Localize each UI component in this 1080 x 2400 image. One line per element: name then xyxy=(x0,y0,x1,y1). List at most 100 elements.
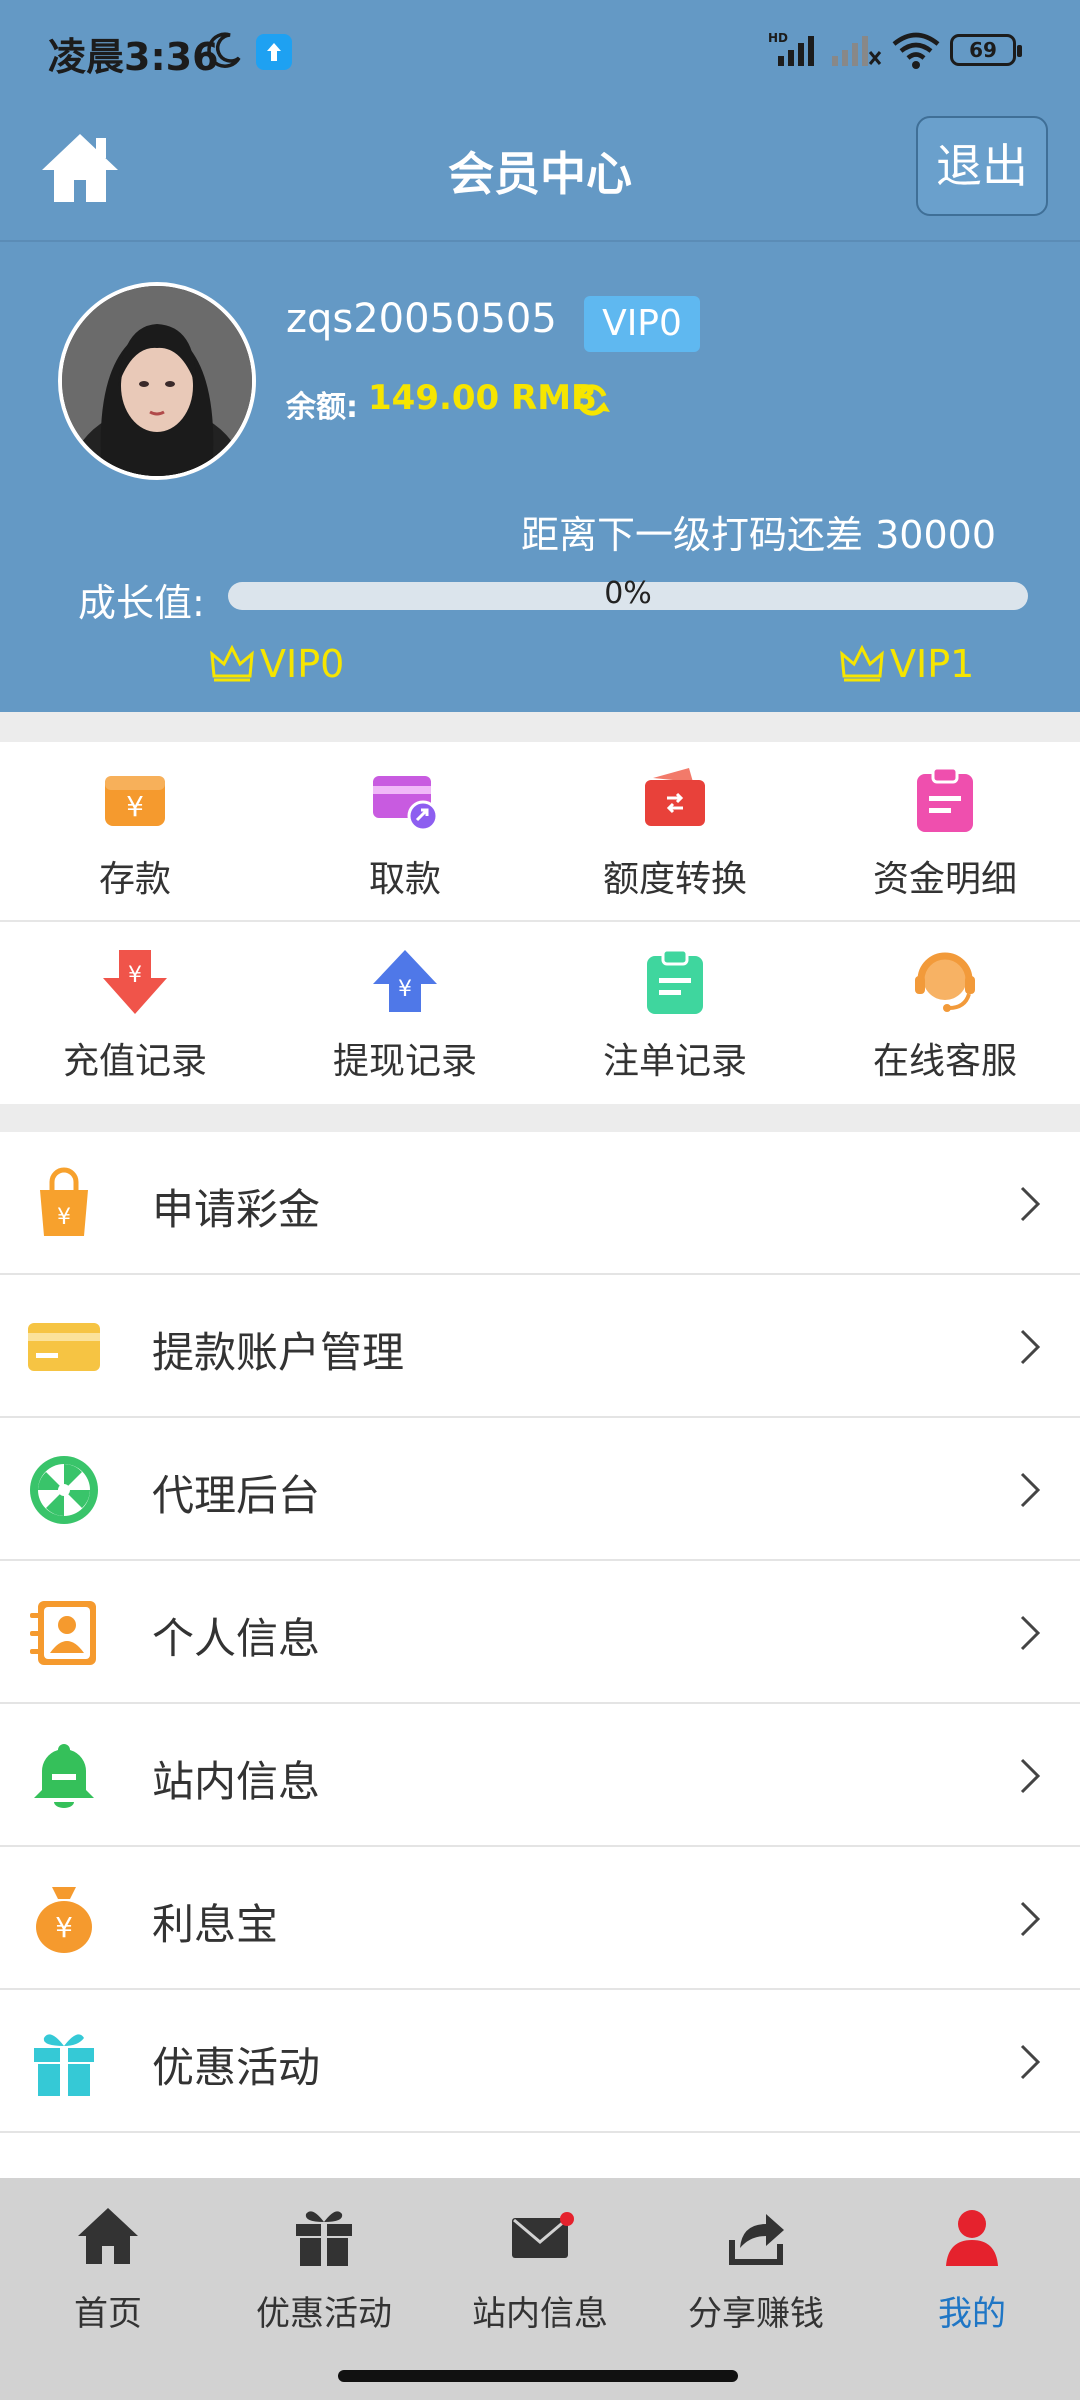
wifi-icon xyxy=(892,32,940,69)
quick-action-label: 存款 xyxy=(98,859,171,900)
nav-label: 我的 xyxy=(938,2294,1006,2334)
svg-text:¥: ¥ xyxy=(398,977,412,1002)
balance-label: 余额: xyxy=(286,390,358,425)
svg-text:HD: HD xyxy=(768,31,788,45)
quick-action-transfer[interactable]: 额度转换 xyxy=(540,742,810,922)
nav-share[interactable]: 分享赚钱 xyxy=(648,2204,864,2334)
next-level-label: VIP1 xyxy=(890,642,975,686)
user-icon xyxy=(946,2210,998,2266)
progress-text: 0% xyxy=(604,576,652,611)
menu-item-label: 代理后台 xyxy=(152,1471,321,1520)
quick-actions-grid: ¥ 存款 取款 额度转换 资金明细 ¥ 充值记录 ¥ 提现记录 注单记录 在线客… xyxy=(0,742,1080,1104)
chevron-right-icon xyxy=(1020,1901,1041,1937)
menu-item-agent-backend[interactable]: 代理后台 xyxy=(0,1418,1080,1561)
money-bag-icon: ¥ xyxy=(36,1887,92,1953)
logout-button[interactable]: 退出 xyxy=(916,116,1048,216)
menu-item-label: 申请彩金 xyxy=(152,1185,321,1234)
bottom-navigation: 首页 优惠活动 站内信息 分享赚钱 我的 xyxy=(0,2178,1080,2400)
quick-actions-row: ¥ 充值记录 ¥ 提现记录 注单记录 在线客服 xyxy=(0,924,1080,1104)
menu-item-apply-bonus[interactable]: ¥ 申请彩金 xyxy=(0,1132,1080,1275)
share-icon xyxy=(729,2214,784,2265)
menu-item-interest-treasure[interactable]: ¥ 利息宝 xyxy=(0,1847,1080,1990)
quick-action-deposit[interactable]: ¥ 存款 xyxy=(0,742,270,922)
status-bar: 凌晨3:36 HD 69 xyxy=(0,0,1080,102)
quick-action-label: 取款 xyxy=(368,859,441,900)
quick-action-bet-record[interactable]: 注单记录 xyxy=(540,924,810,1104)
nav-label: 分享赚钱 xyxy=(688,2294,824,2334)
quick-action-label: 充值记录 xyxy=(62,1041,207,1082)
growth-label: 成长值: xyxy=(78,581,205,625)
app-bar: 会员中心 退出 xyxy=(0,102,1080,240)
signal-hd-icon: HD xyxy=(768,31,814,66)
chevron-right-icon xyxy=(1020,1186,1041,1222)
nav-label: 优惠活动 xyxy=(256,2294,392,2334)
nav-promotions[interactable]: 优惠活动 xyxy=(216,2204,432,2334)
quick-action-label: 在线客服 xyxy=(872,1041,1017,1082)
bet-record-icon xyxy=(647,948,703,1014)
nav-mine[interactable]: 我的 xyxy=(864,2204,1080,2334)
crown-icon xyxy=(840,644,884,682)
section-gap xyxy=(0,1104,1080,1132)
menu-item-label: 个人信息 xyxy=(152,1614,321,1663)
nav-label: 首页 xyxy=(74,2294,142,2334)
wheel-icon xyxy=(30,1456,98,1524)
nav-home[interactable]: 首页 xyxy=(0,2204,216,2334)
quick-action-customer-service[interactable]: 在线客服 xyxy=(810,924,1080,1104)
menu-item-personal-info[interactable]: 个人信息 xyxy=(0,1561,1080,1704)
refresh-icon[interactable] xyxy=(572,380,612,420)
username: zqs20050505 xyxy=(286,296,557,342)
chevron-right-icon xyxy=(1020,1472,1041,1508)
menu-item-label: 利息宝 xyxy=(152,1900,279,1949)
menu-item-label: 提款账户管理 xyxy=(152,1328,405,1377)
svg-text:¥: ¥ xyxy=(126,790,144,823)
quick-action-withdraw[interactable]: 取款 xyxy=(270,742,540,922)
crown-icon xyxy=(210,644,254,682)
balance-value: 149.00 RMB xyxy=(368,378,597,418)
transfer-icon xyxy=(645,768,705,826)
growth-progress-bar: 0% xyxy=(228,576,1028,611)
signal-empty-icon xyxy=(832,36,882,66)
svg-text:¥: ¥ xyxy=(57,1205,71,1230)
home-indicator[interactable] xyxy=(338,2370,738,2382)
vip-badge: VIP0 xyxy=(584,296,700,352)
gift-icon xyxy=(34,2034,94,2096)
withdraw-card-icon xyxy=(373,776,439,832)
home-icon xyxy=(78,2208,138,2264)
section-gap xyxy=(0,712,1080,742)
menu-item-withdraw-account[interactable]: 提款账户管理 xyxy=(0,1275,1080,1418)
quick-action-withdraw-record[interactable]: ¥ 提现记录 xyxy=(270,924,540,1104)
deposit-wallet-icon: ¥ xyxy=(105,776,165,826)
next-level-text: 距离下一级打码还差 30000 xyxy=(521,513,996,557)
svg-text:¥: ¥ xyxy=(128,963,142,988)
next-level: VIP1 xyxy=(840,642,974,686)
status-time: 凌晨3:36 xyxy=(48,35,219,79)
current-level: VIP0 xyxy=(210,642,344,686)
quick-action-recharge-record[interactable]: ¥ 充值记录 xyxy=(0,924,270,1104)
menu-item-promotions[interactable]: 优惠活动 xyxy=(0,1990,1080,2133)
menu-item-label: 站内信息 xyxy=(152,1757,321,1806)
bell-icon xyxy=(34,1744,94,1808)
moon-icon xyxy=(207,32,241,68)
battery-indicator: 69 xyxy=(950,34,1022,66)
current-level-label: VIP0 xyxy=(260,642,345,686)
contact-book-icon xyxy=(30,1601,96,1665)
quick-action-label: 提现记录 xyxy=(332,1041,477,1082)
chevron-right-icon xyxy=(1020,1329,1041,1365)
quick-action-label: 注单记录 xyxy=(602,1041,747,1082)
header-area: 凌晨3:36 HD 69 会员中心 退出 zqs20050505 VIP0 余额… xyxy=(0,0,1080,712)
quick-action-label: 额度转换 xyxy=(602,859,747,900)
fund-details-icon xyxy=(917,766,973,832)
bank-card-icon xyxy=(28,1323,100,1371)
menu-item-site-messages[interactable]: 站内信息 xyxy=(0,1704,1080,1847)
recharge-record-icon: ¥ xyxy=(103,950,167,1014)
withdraw-record-icon: ¥ xyxy=(373,950,437,1012)
quick-action-label: 资金明细 xyxy=(872,859,1017,900)
quick-action-fund-details[interactable]: 资金明细 xyxy=(810,742,1080,922)
nav-label: 站内信息 xyxy=(472,2294,608,2334)
avatar[interactable] xyxy=(58,282,256,480)
menu-list: ¥ 申请彩金 提款账户管理 代理后台 个人信息 站内信息 ¥ 利息宝 优惠活动 xyxy=(0,1132,1080,2133)
chevron-right-icon xyxy=(1020,1758,1041,1794)
shopping-bag-icon: ¥ xyxy=(40,1167,88,1236)
nav-messages[interactable]: 站内信息 xyxy=(432,2204,648,2334)
customer-service-icon xyxy=(915,952,975,1012)
